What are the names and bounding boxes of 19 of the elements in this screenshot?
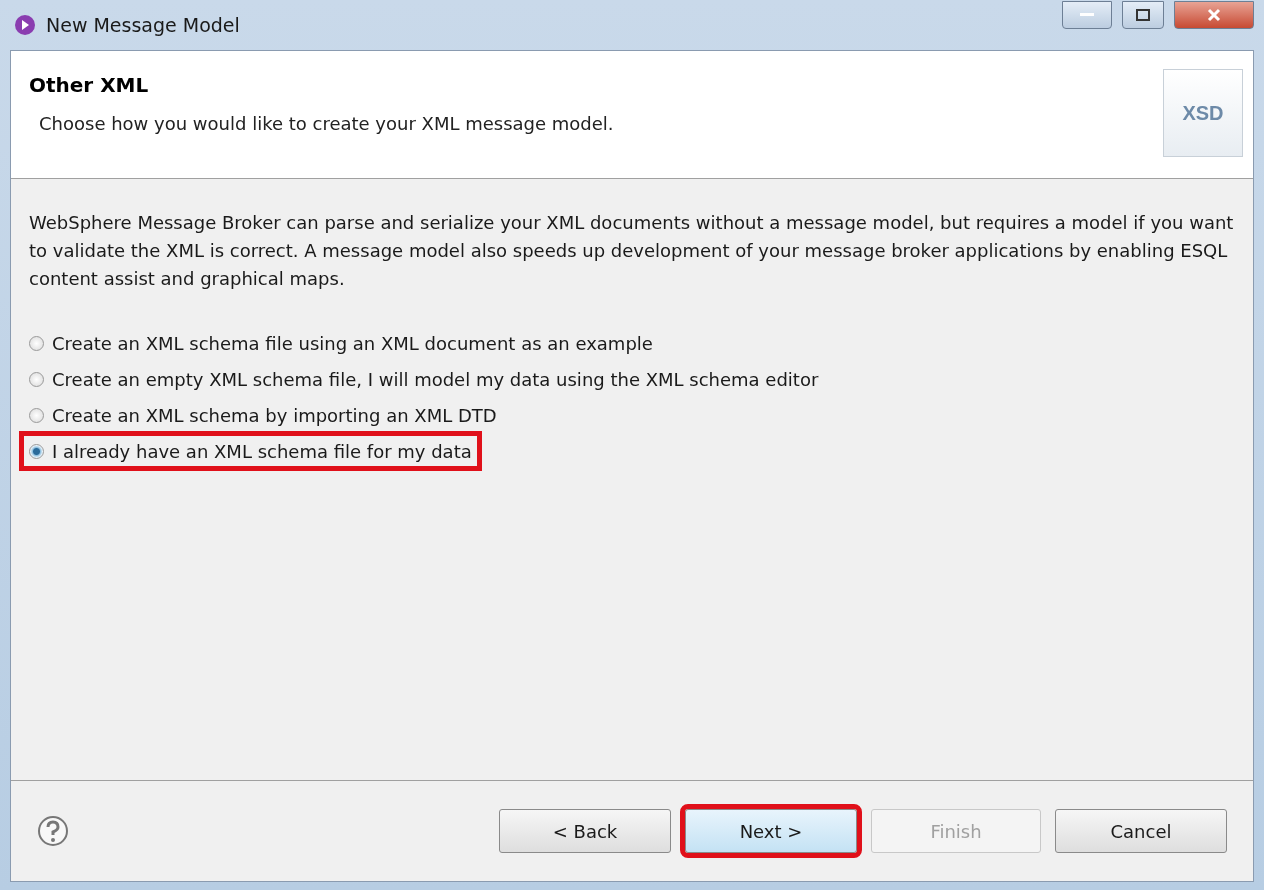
page-title: Other XML (29, 73, 150, 97)
app-icon (14, 14, 36, 36)
close-icon (1207, 8, 1221, 22)
radio-option[interactable]: Create an XML schema by importing an XML DTD (21, 397, 505, 433)
minimize-icon (1080, 13, 1094, 17)
intro-text: WebSphere Message Broker can parse and serialize your XML documents without a message model, but requires a model if you want to validate the XML is correct. A message model also speeds up development of your message broker applications by enabling ESQL content assist and graphical maps. (29, 211, 1235, 291)
page-description: Choose how you would like to create your XML message model. (38, 113, 615, 134)
window-title: New Message Model (46, 14, 240, 36)
radio-option[interactable]: Create an empty XML schema file, I will model my data using the XML schema editor (21, 361, 827, 397)
help-icon[interactable] (37, 815, 69, 847)
radio-option[interactable]: Create an XML schema file using an XML document as an example (21, 325, 661, 361)
maximize-icon (1136, 9, 1150, 21)
highlighted-radio-option[interactable]: I already have an XML schema file for my data (21, 433, 480, 469)
dialog-button[interactable]: < Back (499, 809, 671, 853)
maximize-button[interactable] (1122, 1, 1164, 29)
minimize-button[interactable] (1062, 1, 1112, 29)
close-button[interactable] (1174, 1, 1254, 29)
dialog-button[interactable]: Cancel (1055, 809, 1227, 853)
xsd-file-icon: XSD (1163, 69, 1243, 157)
